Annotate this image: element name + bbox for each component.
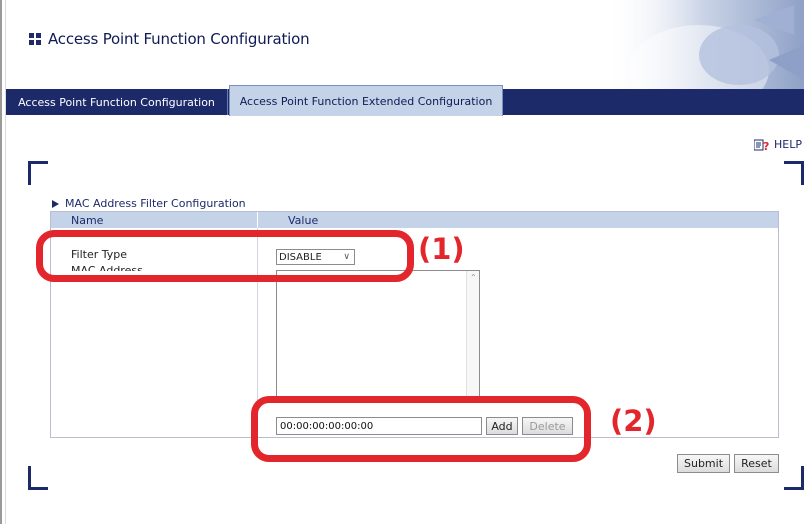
column-header-value: Value — [288, 214, 319, 227]
add-button[interactable]: Add — [486, 417, 518, 435]
callout-label-2: (2) — [610, 404, 657, 438]
tab-ap-function-config[interactable]: Access Point Function Configuration — [6, 89, 228, 115]
help-icon: ? — [754, 139, 769, 151]
tab-bar: Access Point Function Configuration Acce… — [6, 85, 804, 116]
mac-list-label: MAC Address — [71, 264, 143, 271]
help-link[interactable]: ? HELP — [754, 138, 802, 151]
svg-text:?: ? — [763, 140, 769, 151]
filter-type-value: DISABLE — [279, 251, 322, 263]
column-divider — [257, 228, 258, 437]
header-decoration — [604, 0, 804, 89]
panel-corner-top-left — [28, 161, 48, 185]
page-header: Access Point Function Configuration — [6, 0, 804, 89]
chevron-down-icon: ∨ — [343, 252, 350, 262]
filter-type-label: Filter Type — [71, 248, 128, 261]
help-label: HELP — [774, 138, 802, 151]
panel-corner-top-right — [784, 161, 804, 185]
panel-corner-bottom-left — [28, 466, 48, 490]
scroll-up-icon[interactable]: ⌃ — [470, 273, 477, 282]
page-title: Access Point Function Configuration — [48, 30, 310, 48]
mac-address-input[interactable] — [276, 417, 482, 435]
column-header-name: Name — [71, 214, 104, 227]
triangle-right-icon — [52, 199, 59, 208]
reset-button[interactable]: Reset — [734, 454, 779, 473]
panel-corner-bottom-right — [784, 466, 804, 490]
column-divider — [257, 212, 258, 228]
submit-button[interactable]: Submit — [677, 454, 730, 473]
filter-type-select[interactable]: DISABLE ∨ — [276, 249, 355, 265]
window-frame-left — [0, 0, 2, 524]
table-header: Name Value — [51, 212, 778, 228]
mac-address-list[interactable]: ⌃ — [276, 270, 480, 403]
section-title: MAC Address Filter Configuration — [52, 197, 246, 210]
callout-label-1: (1) — [418, 232, 465, 266]
section-title-label: MAC Address Filter Configuration — [65, 197, 246, 210]
list-scrollbar[interactable]: ⌃ — [466, 271, 479, 402]
grid-icon — [29, 32, 42, 46]
delete-button[interactable]: Delete — [522, 417, 573, 435]
mac-filter-table: Name Value Filter Type MAC Address DISAB… — [50, 211, 779, 438]
tab-ap-function-extended-config[interactable]: Access Point Function Extended Configura… — [229, 85, 503, 116]
